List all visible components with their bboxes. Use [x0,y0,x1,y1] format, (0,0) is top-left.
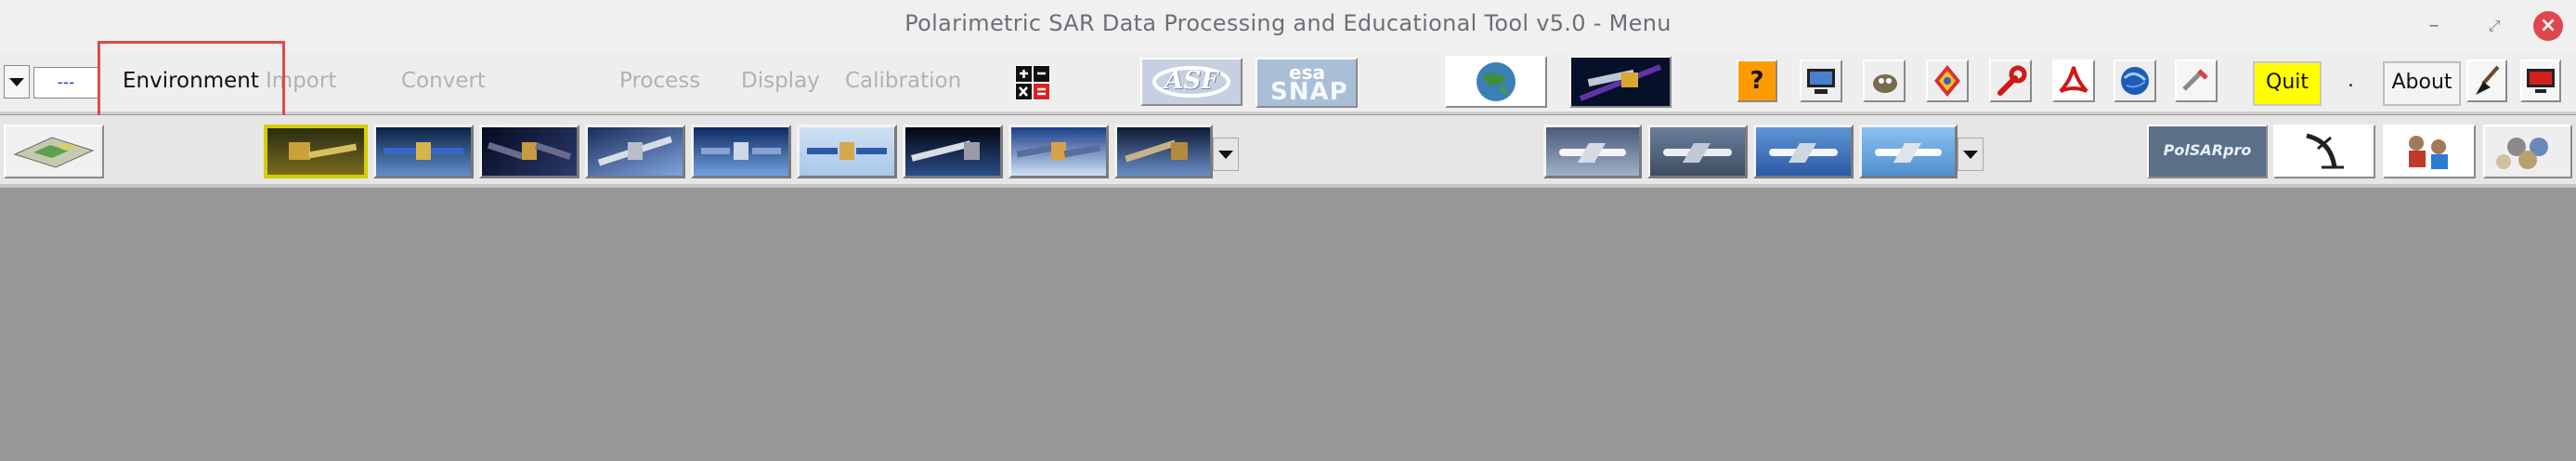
menu-calibration[interactable]: Calibration [845,69,961,93]
satellite-alos2-button[interactable] [373,125,474,178]
airborne-emisar-button[interactable] [1647,125,1748,178]
close-button[interactable]: × [2533,11,2563,41]
monitor-icon[interactable] [1800,59,1842,102]
calculator-icon[interactable] [1015,65,1050,100]
satellite-alos-button[interactable] [264,125,368,178]
config-dropdown-arrow[interactable] [4,65,30,99]
config-selector[interactable]: --- [33,67,98,99]
home-map-button[interactable] [4,125,104,178]
menu-process[interactable]: Process [619,69,700,93]
gimp-icon[interactable] [1863,59,1906,102]
about-button[interactable]: About [2383,61,2461,106]
tool-icon[interactable] [2175,59,2218,102]
maximize-button[interactable]: ⤢ [2478,9,2511,43]
satellite-radarsat-constellation-button[interactable] [1114,125,1213,178]
screen-icon[interactable] [2520,59,2561,102]
satellite-radarsat2-button[interactable] [585,125,685,178]
satellite-risat-button[interactable] [691,125,791,178]
bears-icon[interactable] [2383,125,2476,178]
help-icon[interactable]: ? [1737,59,1777,102]
satellite-cosmo-skymed-button[interactable] [479,125,579,178]
airborne-uavsar-button[interactable] [1543,125,1642,178]
main-workspace [0,188,2576,461]
minimize-button[interactable]: – [2417,9,2451,43]
team-icon[interactable] [2483,125,2572,178]
menu-convert[interactable]: Convert [401,69,486,93]
menu-display[interactable]: Display [741,69,820,93]
snap-logo-text: SNAP [1270,78,1348,106]
pdf-icon[interactable] [2052,59,2095,102]
google-earth-icon[interactable] [2114,59,2156,102]
satellite-terrasar-x-button[interactable] [903,125,1003,178]
esa-snap-button[interactable]: esa SNAP [1255,58,1358,108]
wrench-icon[interactable] [1989,59,2032,102]
title-bar: Polarimetric SAR Data Processing and Edu… [0,0,2576,52]
quit-button[interactable]: Quit [2253,61,2322,106]
asf-logo-text: ASF [1164,67,1218,95]
polsarpro-button[interactable]: PolSARpro [2147,125,2268,178]
dot-label: . [2348,69,2354,92]
window-title: Polarimetric SAR Data Processing and Edu… [904,10,1672,36]
airborne-fsar-button[interactable] [1753,125,1854,178]
radar-dish-icon[interactable] [2273,125,2375,178]
map-icon[interactable] [1926,59,1969,102]
sentinel-satellite-logo[interactable] [1569,56,1672,108]
asf-button[interactable]: ASF [1140,58,1242,106]
satellite-dropdown-arrow[interactable] [1213,138,1239,171]
satellite-sentinel1-button[interactable] [797,125,897,178]
satellite-saocom-button[interactable] [1008,125,1109,178]
polsarpro-label: PolSARpro [2163,141,2252,159]
focus-highlight [98,41,285,123]
airborne-dropdown-arrow[interactable] [1958,138,1984,171]
polsarpro-earth-logo[interactable] [1445,56,1547,108]
broom-icon[interactable] [2466,59,2507,102]
airborne-sethi-button[interactable] [1859,125,1958,178]
